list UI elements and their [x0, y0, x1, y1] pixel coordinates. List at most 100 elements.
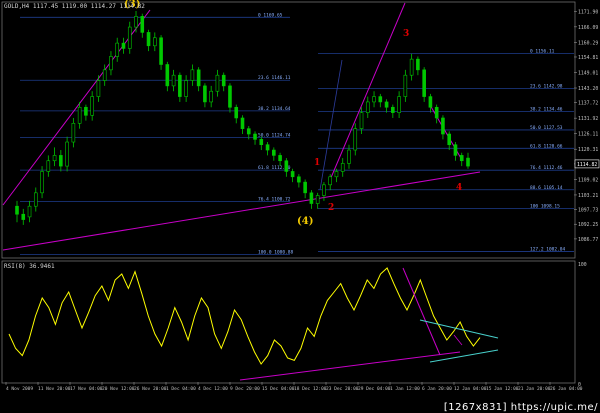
candle-body-21: [146, 32, 151, 47]
candle-body-70: [453, 144, 458, 156]
chart-canvas: 0 1169.65 23.6 1146.11 38.2 1134.64 50.0 11…: [1, 0, 600, 392]
candle-body-48: [315, 195, 320, 204]
annotations-layer: (3)(4)1234: [124, 0, 462, 227]
candle-body-46: [303, 181, 307, 194]
candle-body-22: [153, 37, 157, 47]
price-label-0: 1171.90: [578, 9, 598, 15]
candle-body-5: [46, 160, 51, 172]
candle-body-34: [228, 85, 232, 108]
candle-body-61: [397, 96, 401, 113]
fib-right-label-2: 38.2 1134.46: [530, 106, 563, 112]
price-label-2: 1160.29: [578, 40, 598, 46]
fib-right-label-0: 0 1156.11: [530, 49, 555, 55]
candle-body-0: [15, 205, 19, 215]
candle-body-66: [428, 96, 433, 108]
candle-body-11: [84, 106, 88, 116]
candle-body-43: [284, 160, 289, 172]
candle-body-23: [159, 37, 163, 65]
wave-label-4: 3: [403, 29, 409, 39]
candles-layer: [15, 11, 470, 225]
fib-left-label-3: 50.0 1124.74: [258, 132, 291, 138]
time-label-0: 4 Nov 2009: [6, 386, 33, 392]
fib-right-label-6: 88.6 1105.14: [530, 185, 563, 191]
time-label-5: 1 Dec 04:00: [166, 386, 196, 392]
candle-body-44: [290, 171, 295, 178]
rsi-channel-lower: [429, 349, 499, 363]
candle-body-20: [140, 16, 145, 33]
candle-body-47: [309, 192, 314, 204]
candle-body-14: [102, 69, 107, 81]
candle-body-33: [221, 74, 226, 87]
rsi-plot-frame: [1, 260, 576, 384]
candle-body-68: [441, 117, 445, 135]
candle-body-60: [391, 106, 395, 113]
price-label-15: 1086.77: [578, 237, 598, 243]
candle-body-52: [340, 163, 345, 172]
time-label-2: 17 Nov 04:00: [70, 386, 103, 392]
fib-right-label-3: 50.0 1127.53: [530, 125, 563, 131]
fib-left-label-0: 0 1169.65: [258, 12, 283, 18]
candle-body-54: [353, 128, 358, 151]
candle-body-31: [209, 90, 213, 103]
fib-left-label-6: 100.0 1080.88: [258, 250, 294, 256]
candle-body-71: [459, 155, 464, 162]
candle-body-17: [121, 42, 126, 49]
wave-label-1: (4): [297, 216, 313, 227]
candle-body-50: [328, 176, 332, 186]
price-label-8: 1126.11: [578, 132, 598, 138]
candle-body-57: [372, 96, 376, 103]
wave-label-3: 2: [328, 203, 334, 213]
candle-body-3: [33, 192, 38, 207]
candle-body-19: [134, 16, 138, 28]
time-label-6: 4 Dec 12:00: [198, 386, 228, 392]
candle-body-18: [127, 26, 132, 49]
candle-body-26: [178, 74, 182, 97]
fib-right-label-7: 100 1098.15: [530, 203, 560, 209]
time-label-10: 23 Dec 20:00: [326, 386, 359, 392]
candle-body-24: [165, 64, 170, 87]
fib-right-label-4: 61.8 1120.66: [530, 143, 563, 149]
time-label-14: 12 Jan 04:00: [454, 386, 487, 392]
candle-body-30: [203, 85, 207, 103]
candle-body-59: [384, 101, 389, 108]
watermark: [1267x831] https://upic.me/: [443, 402, 598, 413]
trendline-wave3: [329, 2, 406, 181]
fib-right-label-8: 127.2 1082.04: [530, 247, 566, 253]
candle-body-7: [59, 155, 63, 167]
candle-body-45: [297, 176, 301, 183]
candle-body-41: [272, 149, 276, 156]
price-label-6: 1137.72: [578, 101, 598, 107]
candle-body-12: [90, 96, 94, 116]
fib-left-label-2: 38.2 1134.64: [258, 106, 291, 112]
candle-body-15: [109, 56, 113, 71]
candle-body-69: [447, 133, 452, 146]
candle-body-72: [466, 157, 470, 167]
fib-left-label-5: 76.4 1100.72: [258, 197, 291, 203]
price-label-5: 1143.20: [578, 86, 598, 92]
candle-body-27: [184, 80, 188, 97]
candle-body-64: [416, 58, 420, 71]
time-label-9: 18 Dec 12:00: [294, 386, 327, 392]
candle-body-16: [115, 42, 120, 57]
price-label-7: 1131.92: [578, 116, 598, 122]
candle-body-29: [196, 69, 201, 87]
candle-body-56: [365, 101, 370, 113]
candle-body-55: [359, 112, 364, 129]
wave-label-5: 4: [456, 183, 462, 193]
candle-body-37: [246, 128, 251, 135]
fib-right-label-1: 23.6 1142.98: [530, 84, 563, 90]
rsi-layer: [8, 267, 499, 381]
candle-body-6: [52, 155, 57, 162]
candle-body-35: [234, 106, 239, 119]
candle-body-1: [21, 213, 26, 220]
candle-body-65: [422, 69, 426, 97]
candle-body-25: [171, 74, 176, 87]
price-label-13: 1097.73: [578, 208, 598, 214]
rsi-support-line: [239, 351, 461, 381]
trendline-base: [2, 171, 481, 251]
candle-body-36: [240, 117, 245, 129]
price-label-12: 1103.21: [578, 193, 598, 199]
candle-body-67: [434, 106, 439, 119]
time-label-11: 29 Dec 04:00: [358, 386, 391, 392]
candle-body-4: [40, 171, 44, 194]
